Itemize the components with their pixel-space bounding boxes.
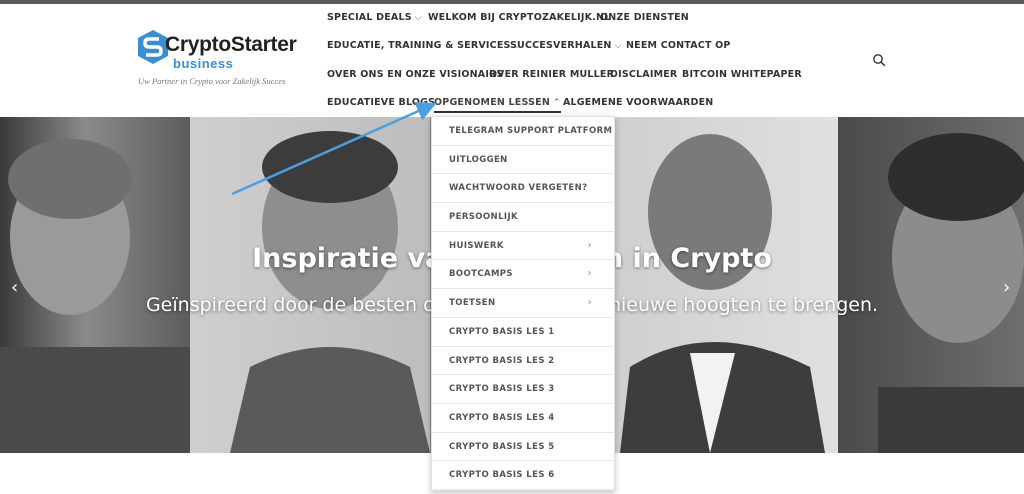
- dropdown-item-label: TELEGRAM SUPPORT PLATFORM: [449, 126, 613, 136]
- portrait-silhouette-icon: [620, 134, 825, 453]
- top-bar: [0, 0, 1024, 4]
- nav-item-label: ONZE DIENSTEN: [600, 12, 689, 23]
- nav-item-label: BITCOIN WHITEPAPER: [682, 69, 802, 80]
- dropdown-item-label: CRYPTO BASIS LES 6: [449, 470, 555, 481]
- nav-item-succesverhalen[interactable]: SUCCESVERHALEN ⌵: [510, 40, 622, 51]
- hero-portrait-2: [190, 117, 430, 453]
- nav-item-label: OPGENOMEN LESSEN: [434, 97, 550, 108]
- portrait-silhouette-icon: [878, 133, 1024, 453]
- nav-item-educatie[interactable]: EDUCATIE, TRAINING & SERVICES ⌵: [327, 40, 521, 51]
- nav-item-over-ons[interactable]: OVER ONS EN ONZE VISIONAIRS: [327, 69, 504, 80]
- dropdown-item-label: UITLOGGEN: [449, 154, 508, 165]
- hero-portrait-1: [0, 117, 190, 453]
- nav-item-special-deals[interactable]: SPECIAL DEALS ⌵: [327, 12, 422, 23]
- dropdown-item-les-6[interactable]: CRYPTO BASIS LES 6: [432, 461, 614, 490]
- chevron-down-icon: ⌵: [414, 13, 422, 23]
- nav-item-label: ALGEMENE VOORWAARDEN: [563, 97, 714, 108]
- dropdown-item-label: WACHTWOORD VERGETEN?: [449, 183, 588, 194]
- nav-item-educatieve-blogs[interactable]: EDUCATIEVE BLOGS: [327, 97, 435, 108]
- chevron-down-icon: ⌵: [614, 41, 622, 51]
- logo-brand-text: CryptoStarter: [165, 33, 297, 56]
- dropdown-item-les-2[interactable]: CRYPTO BASIS LES 2: [432, 347, 614, 376]
- nav-item-label: SUCCESVERHALEN: [510, 40, 612, 51]
- logo-mark-icon: [138, 30, 168, 64]
- site-logo[interactable]: CryptoStarter business Uw Partner in Cry…: [138, 30, 308, 92]
- dropdown-item-telegram[interactable]: TELEGRAM SUPPORT PLATFORM: [432, 117, 614, 146]
- chevron-right-icon: ›: [587, 297, 592, 309]
- dropdown-item-label: CRYPTO BASIS LES 4: [449, 412, 555, 423]
- chevron-right-icon: ›: [587, 268, 592, 280]
- dropdown-item-toetsen[interactable]: TOETSEN ›: [432, 289, 614, 318]
- nav-item-algemene-voorwaarden[interactable]: ALGEMENE VOORWAARDEN: [563, 97, 713, 108]
- nav-item-disclaimer[interactable]: DISCLAIMER: [610, 69, 677, 80]
- hero-portrait-4: [610, 117, 838, 453]
- nav-item-label: DISCLAIMER: [610, 69, 678, 80]
- logo-sub-text: business: [173, 56, 234, 71]
- dropdown-item-label: PERSOONLIJK: [449, 212, 518, 223]
- chevron-right-icon: ›: [587, 239, 592, 251]
- search-icon[interactable]: [872, 53, 886, 67]
- chevron-left-icon[interactable]: ‹: [11, 277, 18, 298]
- dropdown-item-label: HUISWERK: [449, 240, 504, 251]
- nav-item-bitcoin-whitepaper[interactable]: BITCOIN WHITEPAPER: [682, 69, 802, 80]
- chevron-up-icon: ⌃: [553, 98, 561, 108]
- nav-item-welkom[interactable]: WELKOM BIJ CRYPTOZAKELIJK.NL: [428, 12, 610, 23]
- nav-item-label: EDUCATIEVE BLOGS: [327, 97, 436, 108]
- nav-item-opgenomen-lessen[interactable]: OPGENOMEN LESSEN ⌃: [434, 97, 561, 113]
- dropdown-item-label: CRYPTO BASIS LES 1: [449, 326, 555, 337]
- dropdown-item-label: BOOTCAMPS: [449, 269, 513, 280]
- dropdown-item-wachtwoord[interactable]: WACHTWOORD VERGETEN?: [432, 174, 614, 204]
- dropdown-item-label: TOETSEN: [449, 298, 496, 309]
- portrait-silhouette-icon: [0, 139, 190, 453]
- nav-item-label: NEEM CONTACT OP: [626, 40, 731, 51]
- nav-item-label: EDUCATIE, TRAINING & SERVICES: [327, 40, 511, 51]
- nav-item-label: OVER ONS EN ONZE VISIONAIRS: [327, 69, 504, 80]
- dropdown-item-label: CRYPTO BASIS LES 3: [449, 384, 555, 395]
- nav-item-onze-diensten[interactable]: ONZE DIENSTEN: [600, 12, 689, 23]
- logo-tagline: Uw Partner in Crypto voor Zakelijk Succe…: [138, 76, 286, 86]
- chevron-right-icon[interactable]: ›: [1003, 277, 1010, 298]
- dropdown-item-les-4[interactable]: CRYPTO BASIS LES 4: [432, 404, 614, 433]
- dropdown-item-uitloggen[interactable]: UITLOGGEN: [432, 146, 614, 175]
- nav-item-reinier-muller[interactable]: OVER REINIER MULLER: [489, 69, 614, 80]
- nav-item-label: WELKOM BIJ CRYPTOZAKELIJK.NL: [428, 12, 611, 23]
- hero-portrait-5: [838, 117, 1024, 453]
- nav-item-label: OVER REINIER MULLER: [489, 69, 615, 80]
- portrait-silhouette-icon: [230, 131, 430, 453]
- nav-item-label: SPECIAL DEALS: [327, 12, 412, 23]
- opgenomen-lessen-dropdown: TELEGRAM SUPPORT PLATFORM UITLOGGEN WACH…: [431, 116, 615, 491]
- dropdown-item-les-5[interactable]: CRYPTO BASIS LES 5: [432, 433, 614, 462]
- nav-item-contact[interactable]: NEEM CONTACT OP: [626, 40, 731, 51]
- dropdown-item-persoonlijk[interactable]: PERSOONLIJK: [432, 203, 614, 232]
- dropdown-item-huiswerk[interactable]: HUISWERK ›: [432, 232, 614, 261]
- dropdown-item-label: CRYPTO BASIS LES 2: [449, 355, 555, 366]
- dropdown-item-les-1[interactable]: CRYPTO BASIS LES 1: [432, 318, 614, 347]
- dropdown-item-les-3[interactable]: CRYPTO BASIS LES 3: [432, 375, 614, 404]
- dropdown-item-label: CRYPTO BASIS LES 5: [449, 441, 555, 452]
- dropdown-item-bootcamps[interactable]: BOOTCAMPS ›: [432, 260, 614, 290]
